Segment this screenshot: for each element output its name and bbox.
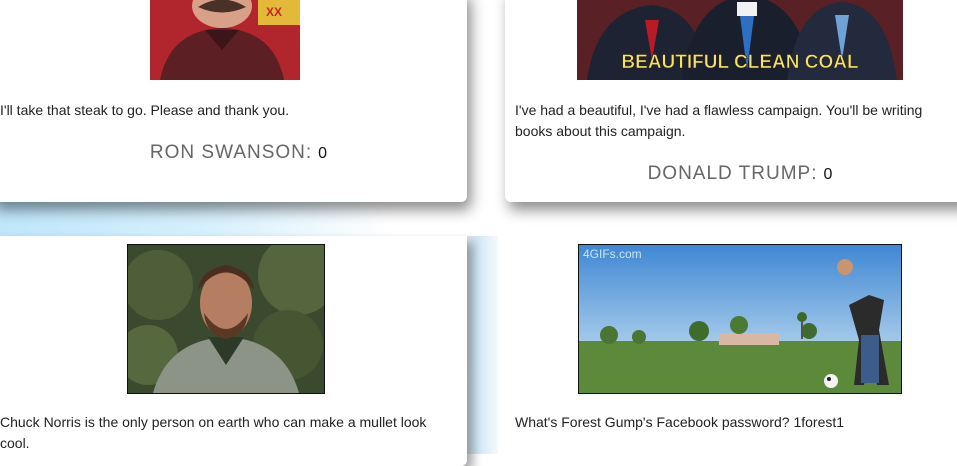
background-glow — [0, 196, 520, 236]
quote-card-forest-gump: 4GIFs.com What's Forest Gump's Facebook … — [498, 236, 957, 466]
vote-count[interactable]: 0 — [318, 145, 327, 162]
quote-card-donald-trump: BEAUTIFUL CLEAN COAL I've had a beautifu… — [505, 0, 957, 202]
quote-text: What's Forest Gump's Facebook password? … — [515, 414, 845, 430]
donald-trump-gif[interactable]: BEAUTIFUL CLEAN COAL — [577, 0, 903, 80]
quote-text: I'll take that steak to go. Please and t… — [0, 102, 290, 118]
svg-text:XX: XX — [266, 5, 282, 19]
author-name: RON SWANSON: — [149, 142, 313, 163]
ron-swanson-gif[interactable]: XX — [150, 0, 300, 80]
gif-watermark: 4GIFs.com — [583, 247, 642, 261]
soccer-field-gif[interactable]: 4GIFs.com — [578, 244, 902, 394]
author-label: RON SWANSON: 0 — [0, 142, 477, 164]
quote-card-chuck-norris: Chuck Norris is the only person on earth… — [0, 236, 467, 466]
author-name: DONALD TRUMP: — [647, 163, 818, 184]
quote-text: I've had a beautiful, I've had a flawles… — [515, 102, 923, 139]
gif-caption: BEAUTIFUL CLEAN COAL — [621, 52, 859, 73]
quote-card-ron-swanson: XX I'll take that steak to go. Please an… — [0, 0, 467, 202]
quote-text: Chuck Norris is the only person on earth… — [0, 414, 427, 451]
author-label: DONALD TRUMP: 0 — [505, 163, 957, 185]
chuck-norris-gif[interactable] — [127, 244, 325, 394]
vote-count[interactable]: 0 — [824, 166, 833, 183]
